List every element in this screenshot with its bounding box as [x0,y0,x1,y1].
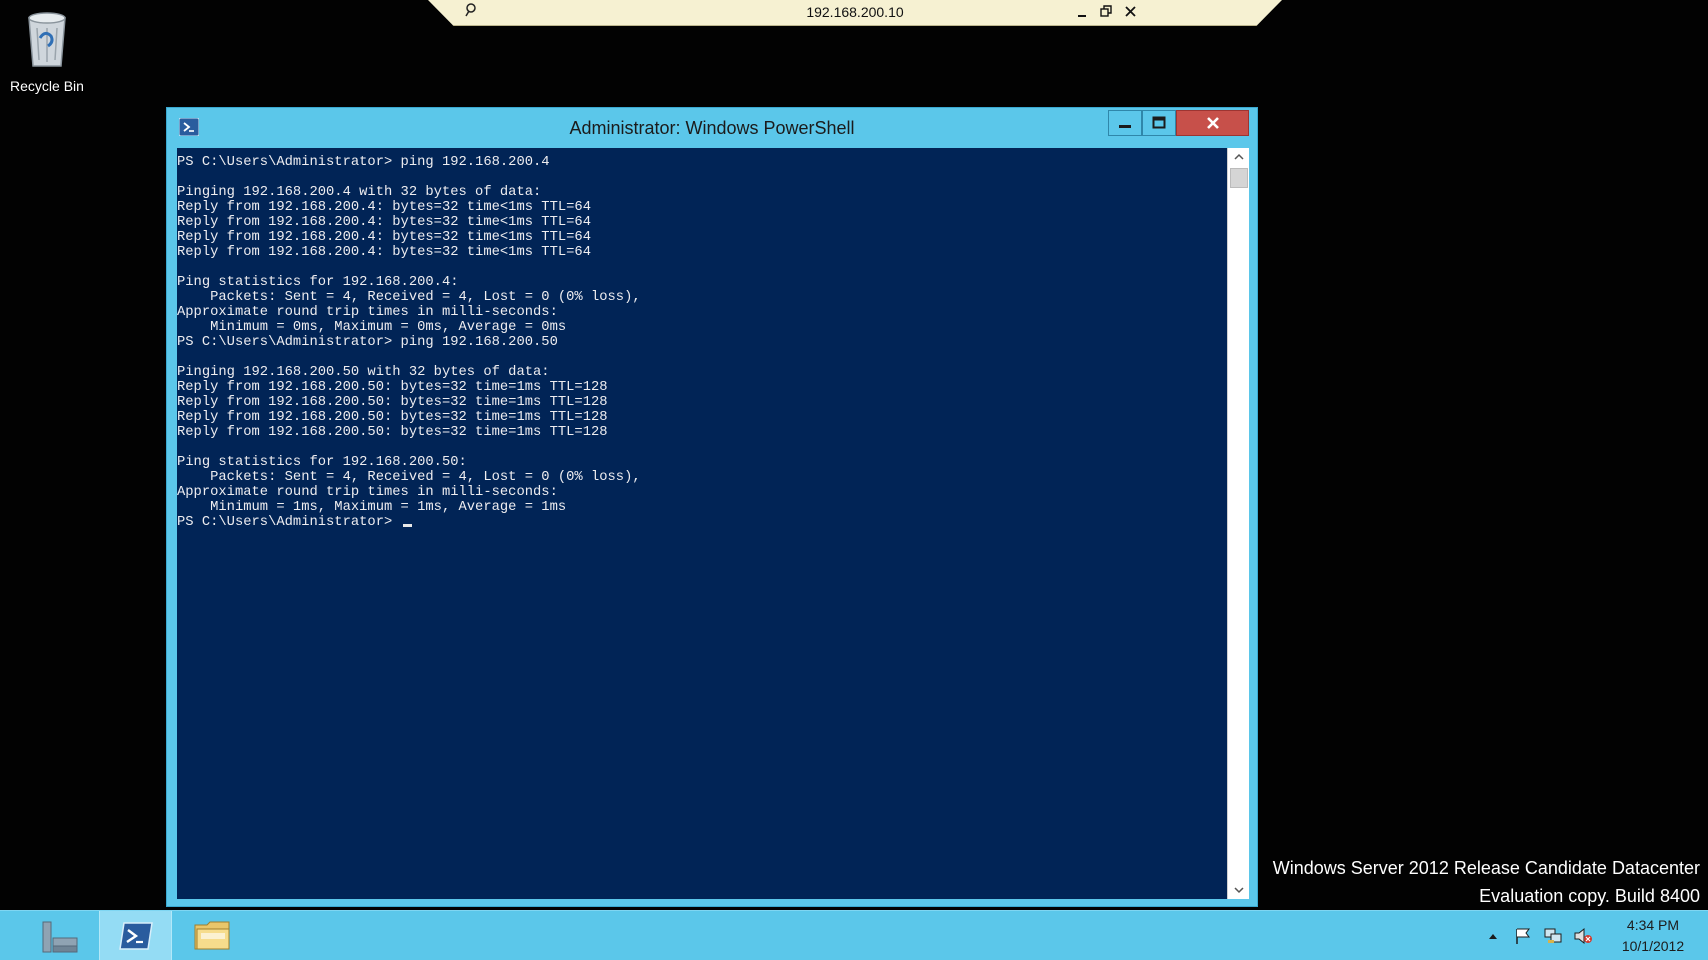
console-line: PS C:\Users\Administrator> ping 192.168.… [177,155,550,170]
file-explorer-icon [194,921,229,950]
console-line: Pinging 192.168.200.4 with 32 bytes of d… [177,185,542,200]
maximize-icon [1152,116,1166,129]
server-manager-icon [42,921,77,953]
console-line: Ping statistics for 192.168.200.4: [177,275,459,290]
text-cursor [402,524,412,527]
console-line: Reply from 192.168.200.50: bytes=32 time… [177,395,608,410]
watermark-edition: Windows Server 2012 Release Candidate Da… [1272,858,1700,878]
close-icon [1206,117,1219,129]
taskbar-powershell[interactable] [99,911,172,960]
recycle-bin-shortcut[interactable]: Recycle Bin [4,8,90,94]
console-line: Minimum = 0ms, Maximum = 0ms, Average = … [210,320,567,335]
watermark-build: Evaluation copy. Build 8400 [1479,886,1700,906]
taskbar-server-manager[interactable] [22,911,95,960]
scroll-down-button[interactable] [1228,881,1250,899]
taskbar-clock[interactable]: 4:34 PM 10/1/2012 [1598,915,1708,957]
os-watermark: Windows Server 2012 Release Candidate Da… [1273,854,1700,910]
console-line: PS C:\Users\Administrator> ping 192.168.… [177,335,558,350]
rdp-host-title: 192.168.200.10 [806,4,904,20]
console-line: Pinging 192.168.200.50 with 32 bytes of … [177,365,550,380]
console-line: Reply from 192.168.200.4: bytes=32 time<… [177,230,591,245]
flag-icon [1516,928,1530,944]
close-button[interactable] [1176,110,1249,136]
console-line: Approximate round trip times in milli-se… [177,485,558,500]
window-title: Administrator: Windows PowerShell [569,118,855,138]
console-line: Reply from 192.168.200.50: bytes=32 time… [177,425,608,440]
powershell-window[interactable]: Administrator: Windows PowerShell PS C:\… [166,107,1258,907]
console-history: PS C:\Users\Administrator> ping 192.168.… [177,155,641,515]
volume-muted-icon [1574,927,1592,945]
chevron-up-icon [1234,153,1244,160]
scroll-up-button[interactable] [1228,148,1250,166]
console-line: Approximate round trip times in milli-se… [177,305,558,320]
maximize-button[interactable] [1142,110,1176,136]
console-line: Ping statistics for 192.168.200.50: [177,455,467,470]
window-titlebar[interactable]: Administrator: Windows PowerShell [167,108,1257,148]
console-line: Packets: Sent = 4, Received = 4, Lost = … [210,470,641,485]
console-line: Reply from 192.168.200.4: bytes=32 time<… [177,245,591,260]
console-line: Minimum = 1ms, Maximum = 1ms, Average = … [210,500,567,515]
recycle-bin-icon [28,12,66,67]
console-line: Reply from 192.168.200.4: bytes=32 time<… [177,200,591,215]
current-prompt: PS C:\Users\Administrator> [177,515,401,530]
minimize-button[interactable] [1108,110,1142,136]
network-icon [1544,928,1562,943]
show-hidden-icons-button[interactable] [1478,932,1508,940]
chevron-up-icon [1489,934,1497,939]
chevron-down-icon [1234,887,1244,894]
console-line: Reply from 192.168.200.4: bytes=32 time<… [177,215,591,230]
powershell-icon [118,922,153,950]
clock-time: 4:34 PM [1626,917,1680,933]
volume-button[interactable] [1568,927,1598,945]
console-line: Reply from 192.168.200.50: bytes=32 time… [177,410,608,425]
console-line: Reply from 192.168.200.50: bytes=32 time… [177,380,608,395]
taskbar: 4:34 PM 10/1/2012 [0,910,1708,960]
rdp-minimize-button[interactable] [1072,2,1092,22]
clock-date: 10/1/2012 [1621,938,1685,954]
recycle-bin-label: Recycle Bin [10,78,84,94]
vertical-scrollbar[interactable] [1227,148,1249,899]
network-status-button[interactable] [1538,927,1568,945]
minimize-icon [1119,125,1131,128]
rdp-close-button[interactable] [1120,2,1140,22]
console-text: PS C:\Users\Administrator> ping 192.168.… [177,155,1227,530]
rdp-restore-button[interactable] [1096,2,1116,22]
console-output[interactable]: PS C:\Users\Administrator> ping 192.168.… [177,148,1227,899]
action-center-button[interactable] [1508,927,1538,945]
notification-area: 4:34 PM 10/1/2012 [1478,911,1708,960]
console-line: Packets: Sent = 4, Received = 4, Lost = … [210,290,641,305]
scrollbar-thumb[interactable] [1230,168,1248,188]
remote-desktop-connection-bar: 192.168.200.10 [428,0,1282,26]
taskbar-file-explorer[interactable] [176,911,249,960]
